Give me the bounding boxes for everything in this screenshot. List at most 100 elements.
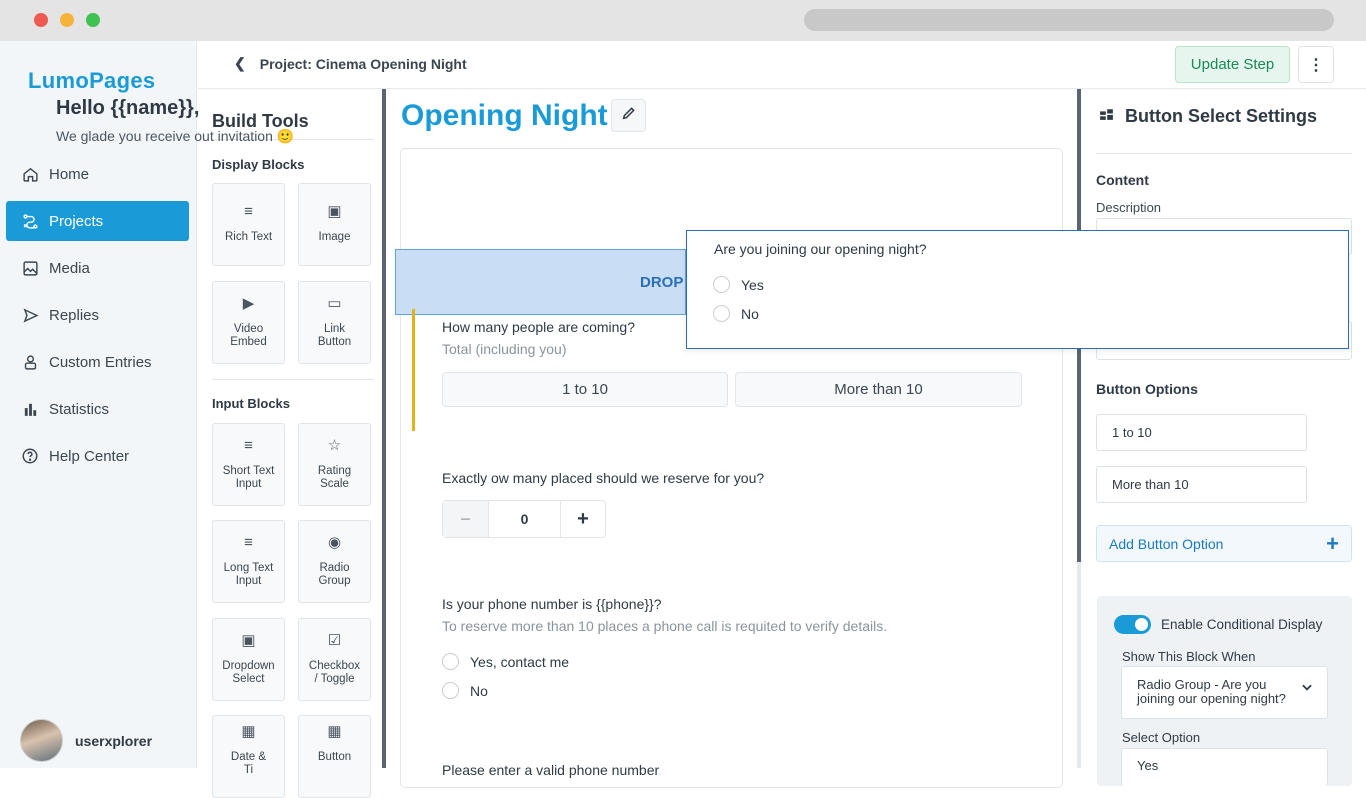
question-phone: Is your phone number is {{phone}}? [442, 596, 662, 612]
sidebar: LumoPages Home Projects Media Replies Cu… [0, 41, 197, 768]
chevron-down-icon [1300, 680, 1314, 697]
radio-yes-contact[interactable]: Yes, contact me [442, 653, 569, 670]
conditional-display-toggle[interactable] [1114, 615, 1151, 634]
window-titlebar [0, 0, 1366, 41]
drop-zone[interactable]: DROP [395, 249, 686, 315]
tool-image[interactable]: ▣ Image [298, 183, 371, 266]
tool-radio-group[interactable]: ◉ Radio Group [298, 520, 371, 603]
question-people-hint: Total (including you) [442, 341, 567, 357]
decrement-button[interactable]: − [443, 501, 488, 537]
show-when-select[interactable]: Radio Group - Are you joining our openin… [1121, 666, 1328, 719]
tool-long-text-input[interactable]: ≡ Long Text Input [212, 520, 285, 603]
button-options-heading: Button Options [1096, 381, 1198, 397]
page-title: Opening Night [401, 99, 608, 132]
radio-circle-icon[interactable] [713, 276, 730, 293]
sidebar-item-label: Projects [49, 212, 104, 230]
select-option-label: Select Option [1122, 730, 1201, 745]
plus-icon[interactable]: + [1326, 531, 1339, 557]
radio-circle-icon[interactable] [442, 653, 459, 670]
sidebar-item-projects[interactable]: Projects [6, 201, 189, 241]
increment-button[interactable]: + [561, 501, 605, 537]
statistics-icon [21, 400, 39, 418]
edit-title-button[interactable] [611, 99, 646, 132]
minimize-window-icon[interactable] [60, 13, 74, 27]
sidebar-item-replies[interactable]: Replies [6, 295, 189, 335]
button-option-1[interactable]: 1 to 10 [1096, 414, 1307, 451]
rich-text-icon: ≡ [244, 203, 253, 220]
settings-panel: Button Select Settings Content Descripti… [1081, 89, 1366, 786]
stepper-value[interactable]: 0 [488, 501, 561, 537]
build-tools-panel: Build Tools Display Blocks ≡ Rich Text ▣ I… [198, 89, 382, 798]
sidebar-item-statistics[interactable]: Statistics [6, 389, 189, 429]
sidebar-item-home[interactable]: Home [6, 154, 189, 194]
short-text-icon: ≡ [244, 436, 253, 454]
user-profile[interactable]: userxplorer [20, 719, 152, 762]
dropdown-icon: ▣ [241, 631, 256, 649]
tool-date-time[interactable]: ▦ Date & Ti [212, 715, 285, 798]
chevron-left-icon[interactable]: ❮ [234, 55, 246, 72]
radio-no[interactable]: No [442, 682, 488, 699]
divider [212, 379, 374, 380]
long-text-icon: ≡ [244, 533, 253, 551]
maximize-window-icon[interactable] [86, 13, 100, 27]
custom-entries-icon [21, 353, 39, 371]
greeting-text: We glade you receive out invitation 🙂 [56, 128, 295, 144]
radio-icon: ◉ [327, 533, 342, 551]
sidebar-item-label: Help Center [49, 447, 130, 465]
tool-dropdown-select[interactable]: ▣ Dropdown Select [212, 618, 285, 701]
update-step-button[interactable]: Update Step [1175, 46, 1290, 83]
top-bar: ❮ Project: Cinema Opening Night Update S… [198, 41, 1366, 89]
option-button-1-to-10[interactable]: 1 to 10 [442, 372, 728, 407]
content-heading: Content [1096, 172, 1149, 188]
tool-button[interactable]: ▦ Button [298, 715, 371, 798]
sidebar-item-media[interactable]: Media [6, 248, 189, 288]
dragged-radio-group-block[interactable]: Are you joining our opening night? Yes N… [686, 230, 1349, 349]
option-button-more-than-10[interactable]: More than 10 [735, 372, 1022, 407]
quantity-stepper: − 0 + [442, 500, 606, 538]
tool-link-button[interactable]: ▭ Link Button [298, 281, 371, 364]
rating-icon: ☆ [327, 436, 342, 454]
close-window-icon[interactable] [34, 13, 48, 27]
link-button-icon: ▭ [327, 294, 342, 312]
sidebar-item-label: Media [49, 259, 90, 277]
breadcrumb[interactable]: ❮ Project: Cinema Opening Night [234, 55, 467, 72]
radio-circle-icon[interactable] [442, 682, 459, 699]
sidebar-item-label: Home [49, 165, 90, 183]
description-label: Description [1096, 200, 1162, 215]
conditional-display-section: Enable Conditional Display Show This Blo… [1097, 596, 1352, 786]
replies-icon [21, 306, 39, 324]
avatar[interactable] [20, 719, 63, 762]
address-bar[interactable] [804, 9, 1334, 31]
tool-checkbox-toggle[interactable]: ☑ Checkbox / Toggle [298, 618, 371, 701]
tool-rating-scale[interactable]: ☆ Rating Scale [298, 423, 371, 506]
question-phone-number: Please enter a valid phone number [442, 762, 660, 778]
display-blocks-heading: Display Blocks [212, 157, 305, 172]
sidebar-item-label: Statistics [49, 400, 110, 418]
sidebar-item-custom-entries[interactable]: Custom Entries [6, 342, 189, 382]
tool-rich-text[interactable]: ≡ Rich Text [212, 183, 285, 266]
toggle-knob [1135, 618, 1148, 631]
sidebar-item-label: Custom Entries [49, 353, 152, 371]
radio-circle-icon[interactable] [713, 305, 730, 322]
popup-radio-no[interactable]: No [713, 305, 759, 322]
username: userxplorer [75, 732, 153, 749]
tool-video-embed[interactable]: ▶ Video Embed [212, 281, 285, 364]
popup-radio-yes[interactable]: Yes [713, 276, 764, 293]
question-reserve: Exactly ow many placed should we reserve… [442, 470, 765, 486]
calendar-icon: ▦ [241, 723, 256, 740]
divider [1096, 153, 1352, 154]
button-option-2[interactable]: More than 10 [1096, 466, 1307, 503]
media-icon [21, 259, 39, 277]
app-logo[interactable]: LumoPages [28, 68, 155, 94]
projects-icon [21, 212, 39, 230]
question-phone-hint: To reserve more than 10 places a phone c… [442, 618, 888, 634]
select-option-select[interactable]: Yes [1121, 748, 1328, 786]
add-button-option[interactable]: Add Button Option + [1096, 525, 1352, 562]
tool-short-text-input[interactable]: ≡ Short Text Input [212, 423, 285, 506]
breadcrumb-label: Project: Cinema Opening Night [259, 55, 467, 72]
sidebar-item-help-center[interactable]: Help Center [6, 436, 189, 476]
greeting-heading: Hello {{name}}, [56, 97, 200, 119]
more-options-icon[interactable]: ⋮ [1298, 46, 1334, 83]
selected-block-marker [412, 309, 415, 431]
help-icon [21, 447, 39, 465]
